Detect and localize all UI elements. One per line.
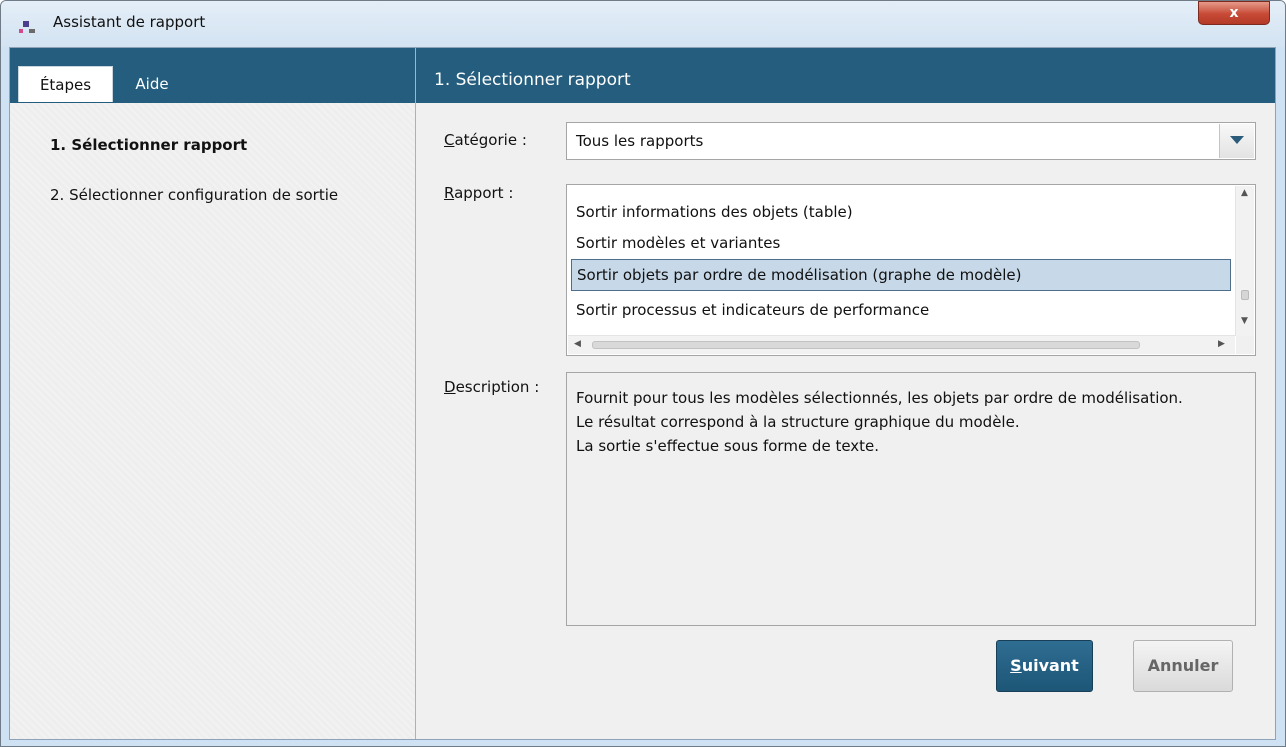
list-item[interactable]: Sortir modèles et variantes: [571, 227, 1231, 259]
vertical-scroll-thumb[interactable]: [1241, 290, 1249, 300]
arrow-down-icon[interactable]: ▼: [1241, 316, 1248, 326]
category-label: Catégorie :: [444, 131, 527, 149]
report-mnemonic: R: [444, 184, 455, 202]
report-label: Rapport :: [444, 184, 513, 202]
category-label-rest: atégorie :: [454, 131, 527, 149]
horizontal-scroll-thumb[interactable]: [592, 341, 1140, 349]
tab-aide[interactable]: Aide: [122, 66, 182, 102]
list-item[interactable]: Sortir processus et indicateurs de perfo…: [571, 294, 1231, 326]
title-bar[interactable]: Assistant de rapport x: [1, 1, 1285, 47]
close-icon: x: [1229, 5, 1239, 21]
wizard-body: Étapes Aide 1. Sélectionner rapport 2. S…: [9, 47, 1276, 740]
chevron-down-icon: [1230, 136, 1244, 144]
description-label: Description :: [444, 378, 539, 396]
description-mnemonic: D: [444, 378, 456, 396]
next-mnemonic: S: [1010, 656, 1022, 675]
report-label-rest: apport :: [454, 184, 514, 202]
steps-panel: Étapes Aide 1. Sélectionner rapport 2. S…: [10, 48, 416, 739]
category-value: Tous les rapports: [576, 132, 704, 150]
list-item[interactable]: Sortir informations des objets (table): [571, 196, 1231, 228]
arrow-left-icon[interactable]: ◀: [574, 339, 581, 349]
next-label-rest: uivant: [1021, 656, 1079, 675]
vertical-scrollbar[interactable]: ▲ ▼: [1235, 186, 1254, 336]
list-item[interactable]: Sortir informations des modèles: [571, 185, 1231, 195]
description-line: La sortie s'effectue sous forme de texte…: [576, 437, 880, 455]
tab-strip: Étapes Aide: [10, 48, 415, 103]
page-title: 1. Sélectionner rapport: [434, 70, 631, 90]
scroll-corner: [1236, 336, 1254, 354]
arrow-right-icon[interactable]: ▶: [1218, 339, 1225, 349]
content-panel: 1. Sélectionner rapport Catégorie : Tous…: [416, 48, 1275, 739]
description-line: Le résultat correspond à la structure gr…: [576, 413, 1020, 431]
cancel-button[interactable]: Annuler: [1133, 640, 1233, 692]
description-line: Fournit pour tous les modèles sélectionn…: [576, 389, 1183, 407]
report-wizard-icon: [19, 21, 35, 39]
category-dropdown-button[interactable]: [1219, 124, 1254, 158]
tab-etapes[interactable]: Étapes: [18, 66, 113, 102]
arrow-up-icon[interactable]: ▲: [1241, 188, 1248, 198]
category-select[interactable]: Tous les rapports: [566, 122, 1256, 160]
close-button[interactable]: x: [1198, 1, 1270, 25]
description-box: Fournit pour tous les modèles sélectionn…: [566, 372, 1256, 626]
report-wizard-window: Assistant de rapport x Étapes Aide 1. Sé…: [0, 0, 1286, 747]
step-output-config[interactable]: 2. Sélectionner configuration de sortie: [50, 186, 338, 204]
category-mnemonic: C: [444, 131, 455, 149]
step-header: 1. Sélectionner rapport: [416, 48, 1275, 103]
description-label-rest: escription :: [455, 378, 540, 396]
horizontal-scrollbar[interactable]: ◀ ▶: [568, 335, 1235, 354]
window-title: Assistant de rapport: [53, 13, 206, 31]
next-button[interactable]: Suivant: [996, 640, 1093, 692]
report-list[interactable]: Sortir informations des modèles Sortir i…: [566, 184, 1256, 356]
step-select-report[interactable]: 1. Sélectionner rapport: [50, 136, 247, 154]
list-item-selected[interactable]: Sortir objets par ordre de modélisation …: [571, 259, 1231, 291]
